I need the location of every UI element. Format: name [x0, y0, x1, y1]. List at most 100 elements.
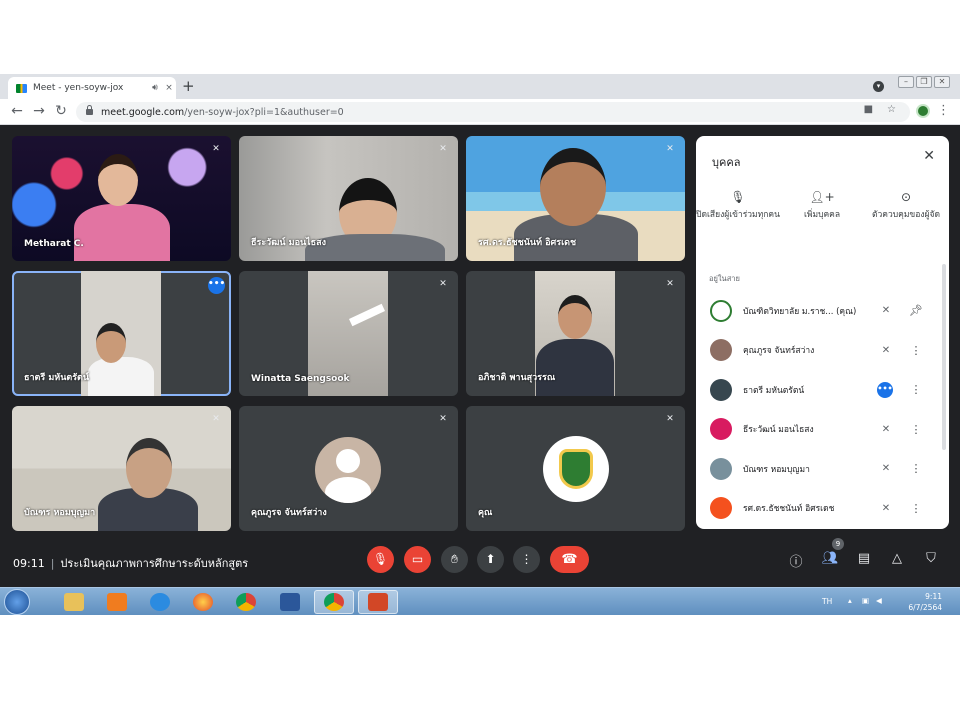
mic-toggle-button[interactable]: 🎙︎: [367, 546, 394, 573]
browser-menu-icon[interactable]: ⋮: [937, 103, 950, 118]
mic-off-icon: ✕: [666, 144, 674, 154]
meet-favicon-icon: [16, 83, 27, 93]
present-button[interactable]: ⬆: [477, 546, 504, 573]
tile-name: Metharat C.: [24, 239, 84, 249]
reload-icon[interactable]: ↻: [52, 103, 70, 119]
avatar: [710, 339, 732, 362]
taskbar-powerpoint[interactable]: [358, 590, 398, 614]
meeting-controls-bar: 09:11 | ประเมินคุณภาพการศึกษาระดับหลักสูตร…: [0, 538, 960, 587]
system-tray: TH ▴ ▣ ◀ 9:11 6/7/2564: [810, 588, 960, 615]
close-icon[interactable]: ✕: [923, 148, 935, 164]
back-icon[interactable]: ←: [8, 103, 26, 119]
lock-icon: [86, 105, 93, 115]
participant-row[interactable]: คุณภูรจ จันทร์สว่าง ✕ ⋮: [696, 331, 949, 371]
taskbar-word[interactable]: [270, 590, 310, 614]
host-controls-icon[interactable]: ⛉: [922, 551, 940, 566]
participant-avatar: [315, 437, 381, 503]
video-tile[interactable]: ✕ Winatta Saengsook: [239, 271, 458, 396]
taskbar-chrome[interactable]: [226, 590, 266, 614]
meeting-time: 09:11: [13, 557, 45, 570]
participant-count-badge: 9: [832, 538, 844, 550]
video-tile-self[interactable]: ✕ คุณ: [466, 406, 685, 531]
tile-name: บัณฑร หอมบุญมา: [24, 508, 96, 518]
participant-head: [96, 323, 126, 363]
participant-row[interactable]: บัณฑิตวิทยาลัย ม.ราช... (คุณ) ✕ 📌︎: [696, 291, 949, 331]
tray-arrow-icon[interactable]: ▴: [848, 596, 852, 605]
tab-search-icon[interactable]: ▾: [873, 81, 884, 92]
tab-close-icon[interactable]: ×: [162, 83, 176, 93]
chrome-icon: [236, 593, 256, 611]
participant-head: [126, 438, 172, 498]
camera-indicator-icon[interactable]: ■: [864, 104, 873, 115]
video-tile[interactable]: ✕ คุณภูรจ จันทร์สว่าง: [239, 406, 458, 531]
people-icon[interactable]: 👥︎: [821, 551, 839, 566]
network-icon[interactable]: ▣: [862, 596, 869, 605]
activities-icon[interactable]: △: [888, 551, 906, 566]
taskbar-chrome-active[interactable]: [314, 590, 354, 614]
mic-off-icon: ✕: [881, 423, 891, 435]
bookmark-star-icon[interactable]: ☆: [887, 104, 896, 115]
language-indicator[interactable]: TH: [822, 597, 832, 606]
taskbar-firefox[interactable]: [183, 590, 223, 614]
minimize-icon[interactable]: –: [898, 76, 914, 88]
mute-all-button[interactable]: 🎙︎ ปิดเสียงผู้เข้าร่วมทุกคน: [696, 191, 780, 221]
start-button[interactable]: [4, 589, 30, 615]
mic-off-icon: ✕: [439, 144, 447, 154]
host-controls-button[interactable]: ⊙ ตัวควบคุมของผู้จัด: [864, 191, 948, 221]
video-tile-active-speaker[interactable]: ••• ธาตรี มหันตรัตน์: [12, 271, 231, 396]
forward-icon[interactable]: →: [30, 103, 48, 119]
participant-name: ธีระวัฒน์ มอนไธสง: [743, 425, 814, 436]
more-vert-icon[interactable]: ⋮: [909, 383, 923, 396]
participant-list: บัณฑิตวิทยาลัย ม.ราช... (คุณ) ✕ 📌︎ คุณภู…: [696, 291, 949, 528]
speaker-icon[interactable]: 🔊︎: [148, 83, 162, 93]
avatar: [710, 378, 732, 401]
video-tile[interactable]: ✕ บัณฑร หอมบุญมา: [12, 406, 231, 531]
participant-row[interactable]: ธาตรี มหันตรัตน์ ••• ⋮: [696, 370, 949, 410]
camera-toggle-button[interactable]: ▭: [404, 546, 431, 573]
video-tile[interactable]: ✕ รศ.ดร.ธัชชนันท์ อิศรเดช: [466, 136, 685, 261]
add-people-button[interactable]: 👤︎+ เพิ่มบุคคล: [780, 191, 864, 221]
leave-call-button[interactable]: ☎︎: [550, 546, 589, 573]
tile-name: ธาตรี มหันตรัตน์: [24, 373, 90, 383]
clock[interactable]: 9:11 6/7/2564: [908, 591, 942, 613]
more-options-button[interactable]: ⋮: [513, 546, 540, 573]
address-bar[interactable]: meet.google.com/yen-soyw-jox?pli=1&authu…: [76, 102, 910, 122]
meeting-details-icon[interactable]: ⓘ: [787, 551, 805, 570]
volume-icon[interactable]: ◀: [876, 596, 882, 605]
pin-icon[interactable]: 📌︎: [909, 304, 923, 317]
panel-scrollbar[interactable]: [942, 264, 946, 450]
taskbar-media-player[interactable]: [97, 590, 137, 614]
more-vert-icon[interactable]: ⋮: [909, 462, 923, 475]
action-label: เพิ่มบุคคล: [803, 210, 841, 220]
taskbar-explorer[interactable]: [54, 590, 94, 614]
firefox-icon: [193, 593, 213, 611]
participant-row[interactable]: ธีระวัฒน์ มอนไธสง ✕ ⋮: [696, 410, 949, 450]
action-label: ตัวควบคุมของผู้จัด: [872, 210, 940, 220]
mic-off-icon: ✕: [881, 305, 891, 317]
profile-avatar[interactable]: [916, 104, 930, 118]
more-vert-icon[interactable]: ⋮: [909, 344, 923, 357]
url-path: /yen-soyw-jox?pli=1&authuser=0: [184, 106, 344, 118]
participant-row[interactable]: รศ.ดร.ธัชชนันท์ อิศรเดช ✕ ⋮: [696, 489, 949, 529]
meeting-title: ประเมินคุณภาพการศึกษาระดับหลักสูตร: [60, 557, 249, 570]
speaking-indicator-icon: •••: [877, 381, 893, 398]
participant-row[interactable]: บัณฑร หอมบุญมา ✕ ⋮: [696, 449, 949, 489]
participant-name: บัณฑร หอมบุญมา: [743, 464, 810, 475]
more-options-icon[interactable]: •••: [208, 277, 225, 294]
raise-hand-button[interactable]: ✋︎: [441, 546, 468, 573]
restore-icon[interactable]: ❐: [916, 76, 932, 88]
video-tile[interactable]: ✕ อภิชาติ พานสุวรรณ: [466, 271, 685, 396]
participant-name: ธาตรี มหันตรัตน์: [743, 385, 805, 396]
close-window-icon[interactable]: ✕: [934, 76, 950, 88]
video-tile[interactable]: ✕ Metharat C.: [12, 136, 231, 261]
avatar: [710, 418, 732, 441]
taskbar-ie[interactable]: [140, 590, 180, 614]
chat-icon[interactable]: ▤: [855, 551, 873, 566]
video-tile[interactable]: ✕ ธีระวัฒน์ มอนไธสง: [239, 136, 458, 261]
more-vert-icon[interactable]: ⋮: [909, 502, 923, 515]
windows-taskbar: TH ▴ ▣ ◀ 9:11 6/7/2564: [0, 587, 960, 615]
avatar: [710, 299, 732, 322]
new-tab-button[interactable]: +: [182, 77, 195, 95]
browser-tab[interactable]: Meet - yen-soyw-jox 🔊︎ ×: [8, 77, 176, 99]
more-vert-icon[interactable]: ⋮: [909, 423, 923, 436]
